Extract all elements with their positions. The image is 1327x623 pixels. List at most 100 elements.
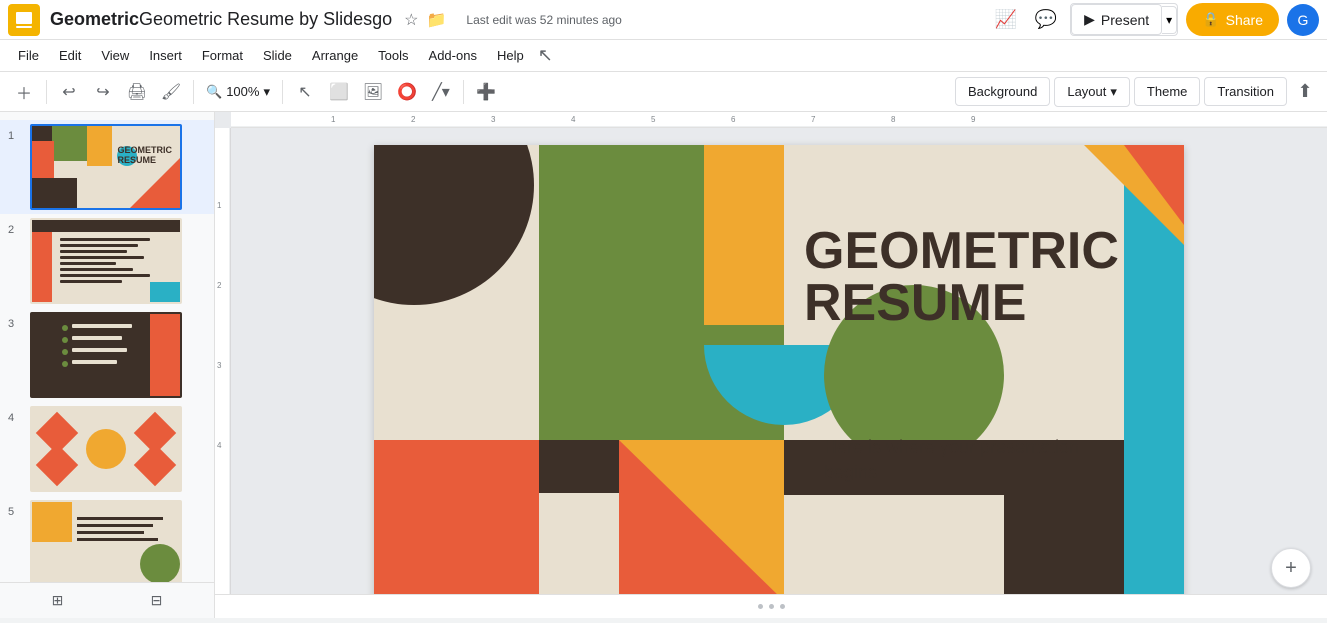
t2-left bbox=[32, 232, 52, 304]
activity-icon[interactable]: 📈 bbox=[990, 4, 1022, 36]
t2-top bbox=[32, 220, 180, 232]
shape-more[interactable]: ⭕ bbox=[391, 76, 423, 108]
zoom-level: 100% bbox=[226, 84, 259, 99]
theme-button[interactable]: Theme bbox=[1134, 77, 1200, 106]
svg-text:9: 9 bbox=[971, 115, 976, 124]
document-title[interactable]: GeometricGeometric Resume by Slidesgo bbox=[50, 9, 392, 30]
list-view-icon[interactable]: ⊟ bbox=[143, 587, 171, 615]
slide-thumb-2[interactable] bbox=[30, 218, 182, 304]
lock-icon: 🔒 bbox=[1202, 11, 1219, 28]
t5-s1 bbox=[32, 502, 72, 542]
grid-view-icon[interactable]: ⊞ bbox=[44, 587, 72, 615]
toolbar-sep-1 bbox=[46, 80, 47, 104]
svg-text:8: 8 bbox=[891, 115, 896, 124]
slide-number-2: 2 bbox=[8, 218, 24, 236]
share-label: Share bbox=[1226, 12, 1263, 28]
avatar[interactable]: G bbox=[1287, 4, 1319, 36]
slide-thumb-3[interactable] bbox=[30, 312, 182, 398]
svg-text:1: 1 bbox=[217, 201, 222, 210]
slide-panel: 1 GEOMETRICRESUME 2 bbox=[0, 112, 215, 618]
menu-file[interactable]: File bbox=[8, 44, 49, 67]
star-icon[interactable]: ☆ bbox=[404, 10, 418, 30]
menu-addons[interactable]: Add-ons bbox=[419, 44, 487, 67]
menu-format[interactable]: Format bbox=[192, 44, 253, 67]
cursor-indicator: ↖ bbox=[538, 45, 553, 66]
line-tool[interactable]: ╱▾ bbox=[425, 76, 457, 108]
slide-main-title: GEOMETRIC RESUME bbox=[804, 225, 1104, 329]
svg-text:2: 2 bbox=[217, 281, 222, 290]
menu-bar: File Edit View Insert Format Slide Arran… bbox=[0, 40, 1327, 72]
shape-dark-circle bbox=[374, 145, 534, 305]
slide-item-5[interactable]: 5 bbox=[0, 496, 214, 590]
slide-thumb-1[interactable]: GEOMETRICRESUME bbox=[30, 124, 182, 210]
present-dropdown[interactable]: ▾ bbox=[1162, 6, 1177, 34]
app-icon[interactable] bbox=[8, 4, 40, 36]
main-slide-canvas[interactable]: GEOMETRIC RESUME Here is where your pres… bbox=[374, 145, 1184, 601]
menu-tools[interactable]: Tools bbox=[368, 44, 418, 67]
bottom-dots bbox=[758, 604, 785, 609]
slide-title-line2: RESUME bbox=[804, 277, 1104, 329]
folder-icon[interactable]: 📁 bbox=[427, 10, 447, 30]
svg-text:1: 1 bbox=[331, 115, 336, 124]
image-tool[interactable]: 🖼 bbox=[357, 76, 389, 108]
t5-s2 bbox=[140, 544, 180, 584]
shape-tri-yellow bbox=[619, 440, 784, 601]
slide-item-4[interactable]: 4 bbox=[0, 402, 214, 496]
thumb1-title: GEOMETRICRESUME bbox=[117, 146, 172, 166]
shape-tool[interactable]: ⬜ bbox=[323, 76, 355, 108]
slide-item-2[interactable]: 2 bbox=[0, 214, 214, 308]
menu-help[interactable]: Help bbox=[487, 44, 534, 67]
shape-cyan-br bbox=[1124, 440, 1184, 601]
menu-edit[interactable]: Edit bbox=[49, 44, 91, 67]
canvas-area: 1 2 3 4 5 6 7 8 9 1 2 3 4 bbox=[215, 112, 1327, 618]
share-button[interactable]: 🔒 Share bbox=[1186, 3, 1279, 36]
t5-lines bbox=[77, 517, 172, 545]
menu-slide[interactable]: Slide bbox=[253, 44, 302, 67]
canvas-scroll-area[interactable]: GEOMETRIC RESUME Here is where your pres… bbox=[231, 128, 1327, 618]
svg-text:6: 6 bbox=[731, 115, 736, 124]
layout-button[interactable]: Layout ▾ bbox=[1054, 77, 1130, 107]
t2-lines bbox=[60, 238, 172, 286]
slide-number-1: 1 bbox=[8, 124, 24, 142]
zoom-control[interactable]: 🔍 100% ▾ bbox=[200, 84, 276, 100]
add-slide-fab[interactable]: + bbox=[1271, 548, 1311, 588]
svg-text:7: 7 bbox=[811, 115, 816, 124]
undo-button[interactable]: ↩ bbox=[53, 76, 85, 108]
paint-format-button[interactable]: 🖌 bbox=[155, 76, 187, 108]
zoom-out-icon: 🔍 bbox=[206, 84, 222, 100]
t3-content bbox=[62, 324, 132, 368]
present-button[interactable]: ▶ Present bbox=[1071, 4, 1162, 35]
background-button[interactable]: Background bbox=[955, 77, 1050, 106]
select-tool[interactable]: ↖ bbox=[289, 76, 321, 108]
t4-s4 bbox=[134, 444, 176, 486]
slide-thumb-5[interactable] bbox=[30, 500, 182, 586]
thumb1-shape2 bbox=[52, 126, 87, 161]
t4-s3 bbox=[36, 444, 78, 486]
slide-thumb-4[interactable] bbox=[30, 406, 182, 492]
layout-dropdown-icon: ▾ bbox=[1110, 84, 1117, 100]
add-button[interactable]: ＋ bbox=[8, 76, 40, 108]
thumb1-shape6 bbox=[32, 178, 77, 208]
present-label: Present bbox=[1101, 12, 1149, 28]
dot-1 bbox=[758, 604, 763, 609]
top-right-actions: 📈 💬 ▶ Present ▾ 🔒 Share G bbox=[990, 3, 1319, 36]
print-button[interactable]: 🖨 bbox=[121, 76, 153, 108]
title-bar: GeometricGeometric Resume by Slidesgo ☆ … bbox=[0, 0, 1327, 40]
last-edit-text: Last edit was 52 minutes ago bbox=[466, 13, 621, 27]
add-slide-toolbar[interactable]: ➕ bbox=[470, 76, 502, 108]
transition-button[interactable]: Transition bbox=[1204, 77, 1287, 106]
svg-text:5: 5 bbox=[651, 115, 656, 124]
redo-button[interactable]: ↪ bbox=[87, 76, 119, 108]
menu-arrange[interactable]: Arrange bbox=[302, 44, 368, 67]
slide-item-3[interactable]: 3 bbox=[0, 308, 214, 402]
toolbar-sep-2 bbox=[193, 80, 194, 104]
svg-text:2: 2 bbox=[411, 115, 416, 124]
svg-text:4: 4 bbox=[571, 115, 576, 124]
slide-item-1[interactable]: 1 GEOMETRICRESUME bbox=[0, 120, 214, 214]
chat-icon[interactable]: 💬 bbox=[1030, 4, 1062, 36]
menu-view[interactable]: View bbox=[91, 44, 139, 67]
shape-coral-tri bbox=[1124, 145, 1184, 225]
collapse-toolbar-button[interactable]: ⬆ bbox=[1291, 78, 1319, 106]
toolbar-sep-4 bbox=[463, 80, 464, 104]
menu-insert[interactable]: Insert bbox=[139, 44, 192, 67]
